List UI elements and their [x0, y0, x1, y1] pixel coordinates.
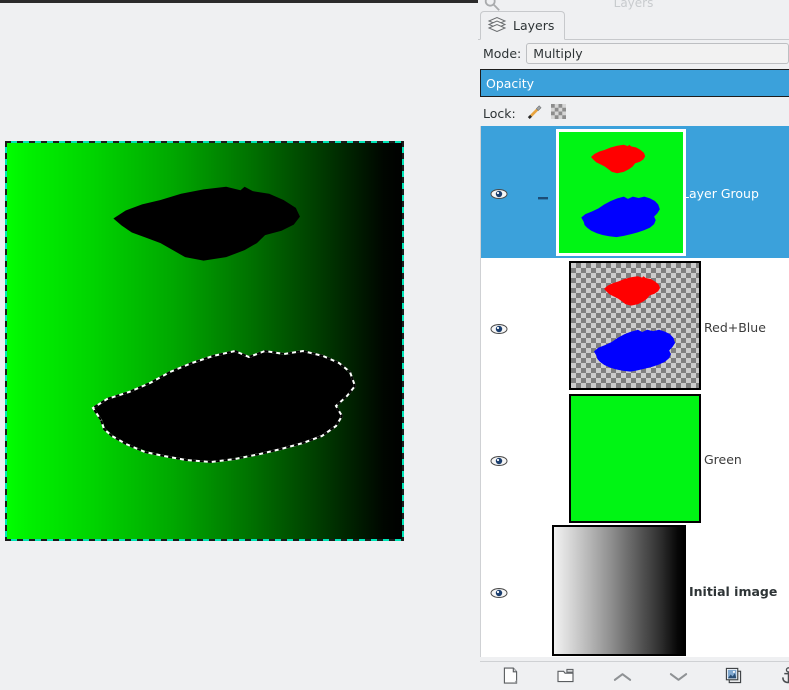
- lower-layer-button[interactable]: [666, 666, 690, 688]
- new-layer-icon: [503, 666, 518, 688]
- layer-name-red-blue[interactable]: Red+Blue: [704, 320, 766, 335]
- visibility-eye-icon[interactable]: [490, 185, 508, 199]
- layer-row-red-blue[interactable]: Red+Blue: [481, 258, 789, 390]
- layer-row-layer-group[interactable]: Layer Group: [481, 126, 789, 258]
- new-layer-button[interactable]: [498, 666, 522, 688]
- collapse-minus-icon[interactable]: [537, 189, 549, 201]
- layers-toolbar: [480, 661, 789, 690]
- blend-mode-row: Mode: Multiply: [478, 42, 789, 64]
- chevron-down-icon: [669, 668, 688, 687]
- lock-label: Lock:: [483, 105, 516, 121]
- blend-mode-select[interactable]: Multiply: [526, 42, 789, 64]
- new-layer-group-icon: [556, 668, 574, 687]
- layer-name-initial-image[interactable]: Initial image: [689, 584, 777, 599]
- anchor-layer-button[interactable]: [776, 666, 789, 688]
- layers-dock: Layers Layers Mode: Multiply Opacity Loc…: [478, 0, 789, 690]
- visibility-eye-icon[interactable]: [490, 584, 508, 598]
- tab-layers-label: Layers: [513, 18, 555, 33]
- chevron-up-icon: [613, 668, 632, 687]
- opacity-slider[interactable]: Opacity: [480, 69, 789, 97]
- layer-name-green[interactable]: Green: [704, 452, 742, 467]
- layer-thumbnail-layer-group[interactable]: [556, 129, 686, 256]
- layers-list[interactable]: Layer Group Red+Blue Green Initial image: [480, 126, 789, 657]
- blend-mode-label: Mode:: [483, 45, 522, 61]
- gimp-layers-screenshot: Layers Layers Mode: Multiply Opacity Loc…: [0, 0, 789, 690]
- layer-thumbnail-green[interactable]: [569, 394, 701, 523]
- image-canvas[interactable]: [5, 141, 404, 541]
- image-canvas-area[interactable]: [0, 0, 478, 690]
- tab-layers[interactable]: Layers: [480, 11, 566, 40]
- layer-thumbnail-initial-image[interactable]: [552, 525, 686, 656]
- layer-name-layer-group[interactable]: Layer Group: [682, 186, 759, 201]
- layer-thumbnail-red-blue[interactable]: [569, 261, 701, 390]
- anchor-icon: [781, 666, 789, 688]
- opacity-label: Opacity: [486, 75, 535, 91]
- transparency-checker-icon[interactable]: [550, 103, 566, 123]
- visibility-eye-icon[interactable]: [490, 320, 508, 334]
- layers-stack-icon: [487, 16, 507, 35]
- dock-title: Layers: [613, 0, 654, 10]
- visibility-eye-icon[interactable]: [490, 452, 508, 466]
- duplicate-layer-icon: [725, 667, 742, 688]
- new-group-button[interactable]: [553, 666, 577, 688]
- dock-tab-strip: Layers: [478, 11, 789, 40]
- raise-layer-button[interactable]: [610, 666, 634, 688]
- layer-row-green[interactable]: Green: [481, 390, 789, 523]
- layer-row-initial-image[interactable]: Initial image: [481, 522, 789, 656]
- blend-mode-value: Multiply: [533, 45, 583, 61]
- lock-row: Lock:: [478, 102, 789, 124]
- duplicate-layer-button[interactable]: [721, 666, 745, 688]
- paintbrush-icon[interactable]: [525, 103, 542, 124]
